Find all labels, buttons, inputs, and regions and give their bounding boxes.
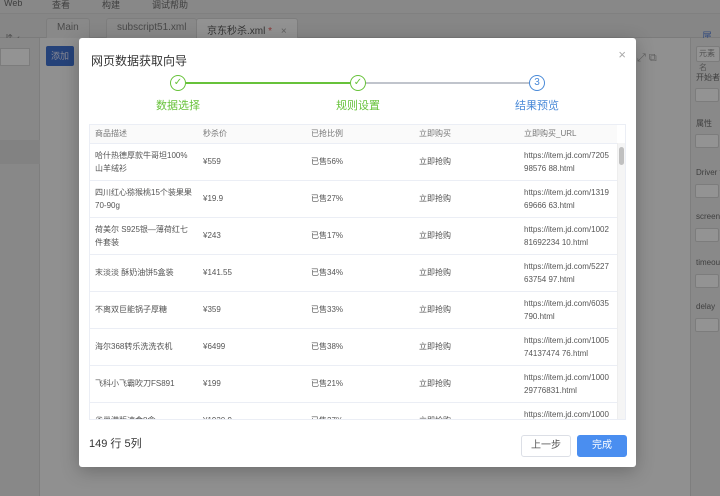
table-cell: https://item.jd.com/131969666 63.html — [519, 180, 617, 218]
table-cell: 已售21% — [306, 365, 414, 403]
table-cell: ¥6499 — [198, 328, 306, 366]
table-cell: 立即抢购 — [414, 328, 519, 366]
row-count: 149 行 5列 — [89, 438, 142, 450]
table-cell: 立即抢购 — [414, 365, 519, 403]
table-cell: ¥1930.9 — [198, 402, 306, 419]
step-current-icon: 3 — [529, 75, 545, 91]
column-header: 已抢比例 — [306, 125, 414, 144]
table-cell: ¥199 — [198, 365, 306, 403]
table-cell: https://item.jd.com/522763754 97.html — [519, 254, 617, 292]
step-connector — [186, 82, 350, 84]
table-cell: 四川红心猕猴桃15个装果果70-90g — [90, 180, 198, 218]
table-row: 荷美尔 S925银—薄荷红七件套装 ¥243 已售17% 立即抢购 https:… — [90, 217, 617, 255]
table-cell: 已售27% — [306, 402, 414, 419]
table-cell: 已售17% — [306, 217, 414, 255]
data-wizard-dialog: 网页数据获取向导 × ✓ ✓ 3 数据选择 规则设置 结果预览 商品描述 秒杀价… — [79, 38, 636, 467]
table-cell: 雀巢港版速食8盒 — [90, 402, 198, 419]
table-scrollbar[interactable] — [617, 143, 625, 419]
finish-button[interactable]: 完成 — [577, 435, 627, 457]
table-cell: ¥359 — [198, 291, 306, 329]
table-row: 海尔368转乐洗洗衣机 ¥6499 已售38% 立即抢购 https://ite… — [90, 328, 617, 366]
table-cell: 立即抢购 — [414, 180, 519, 218]
wizard-steps: ✓ ✓ 3 数据选择 规则设置 结果预览 — [79, 74, 636, 114]
table-cell: 已售33% — [306, 291, 414, 329]
table-cell: 海尔368转乐洗洗衣机 — [90, 328, 198, 366]
table-cell: https://item.jd.com/100574137474 76.html — [519, 328, 617, 366]
table-header-row: 商品描述 秒杀价 已抢比例 立即购买 立即购买_URL — [90, 125, 617, 144]
table-cell: ¥19.9 — [198, 180, 306, 218]
table-cell: 立即抢购 — [414, 402, 519, 419]
step-check-icon: ✓ — [350, 75, 366, 91]
table-cell: https://item.jd.com/720598576 88.html — [519, 143, 617, 181]
table-cell: 立即抢购 — [414, 143, 519, 181]
table-cell: https://item.jd.com/100085166764.html — [519, 402, 617, 419]
table-cell: https://item.jd.com/100029776831.html — [519, 365, 617, 403]
table-row: 四川红心猕猴桃15个装果果70-90g ¥19.9 已售27% 立即抢购 htt… — [90, 180, 617, 218]
table-cell: 已售56% — [306, 143, 414, 181]
column-header: 秒杀价 — [198, 125, 306, 144]
step-label-data-select: 数据选择 — [156, 100, 200, 112]
table-cell: 立即抢购 — [414, 254, 519, 292]
column-header: 立即购买_URL — [519, 125, 617, 144]
table-cell: ¥141.55 — [198, 254, 306, 292]
table-row: 哈什热德厚款牛哥坦100%山羊绒衫 ¥559 已售56% 立即抢购 https:… — [90, 143, 617, 181]
table-cell: 荷美尔 S925银—薄荷红七件套装 — [90, 217, 198, 255]
table-cell: 不离双巨能锅子厚糖 — [90, 291, 198, 329]
preview-table: 商品描述 秒杀价 已抢比例 立即购买 立即购买_URL 哈什热德厚款牛哥坦100… — [89, 124, 626, 420]
table-cell: 哈什热德厚款牛哥坦100%山羊绒衫 — [90, 143, 198, 181]
table-cell: ¥243 — [198, 217, 306, 255]
close-icon[interactable]: × — [618, 47, 626, 62]
column-header: 商品描述 — [90, 125, 198, 144]
table-cell: https://item.jd.com/6035790.html — [519, 291, 617, 329]
table-cell: 已售27% — [306, 180, 414, 218]
table-row: 不离双巨能锅子厚糖 ¥359 已售33% 立即抢购 https://item.j… — [90, 291, 617, 329]
table-cell: 已售38% — [306, 328, 414, 366]
table-cell: 末淡淡 酥奶油饼5盒装 — [90, 254, 198, 292]
table-cell: 已售34% — [306, 254, 414, 292]
step-label-result-preview: 结果预览 — [515, 100, 559, 112]
step-connector — [366, 82, 529, 84]
step-label-rule-settings: 规则设置 — [336, 100, 380, 112]
step-check-icon: ✓ — [170, 75, 186, 91]
prev-step-button[interactable]: 上一步 — [521, 435, 571, 457]
table-row: 雀巢港版速食8盒 ¥1930.9 已售27% 立即抢购 https://item… — [90, 402, 617, 419]
table-cell: ¥559 — [198, 143, 306, 181]
table-row: 末淡淡 酥奶油饼5盒装 ¥141.55 已售34% 立即抢购 https://i… — [90, 254, 617, 292]
column-header: 立即购买 — [414, 125, 519, 144]
dialog-title: 网页数据获取向导 — [91, 54, 188, 68]
scrollbar-thumb[interactable] — [619, 147, 624, 165]
table-cell: 飞科小飞霸吹刀FS891 — [90, 365, 198, 403]
table-cell: 立即抢购 — [414, 217, 519, 255]
table-cell: https://item.jd.com/100281692234 10.html — [519, 217, 617, 255]
table-row: 飞科小飞霸吹刀FS891 ¥199 已售21% 立即抢购 https://ite… — [90, 365, 617, 403]
table-cell: 立即抢购 — [414, 291, 519, 329]
